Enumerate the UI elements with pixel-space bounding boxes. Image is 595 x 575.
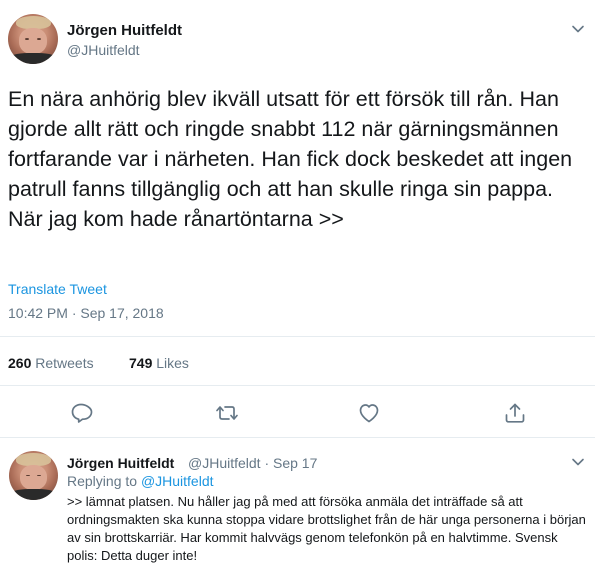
retweet-icon[interactable] [215,401,239,425]
divider [0,437,595,438]
main-tweet: Jörgen Huitfeldt @JHuitfeldt En nära anh… [0,0,595,435]
avatar[interactable] [8,14,58,64]
tweet-text: En nära anhörig blev ikväll utsatt för e… [8,87,573,231]
heart-icon[interactable] [357,401,381,425]
avatar[interactable] [9,451,58,500]
divider [0,336,595,337]
chevron-down-icon[interactable] [571,455,585,469]
reply-icon[interactable] [69,401,93,425]
reply-author-name[interactable]: Jörgen Huitfeldt [67,455,174,471]
likes-count: 749 [129,355,153,371]
chevron-down-icon[interactable] [571,22,585,36]
reply-text: >> lämnat platsen. Nu håller jag på med … [67,494,586,563]
author-handle[interactable]: @JHuitfeldt [67,42,140,58]
likes-label: Likes [156,355,189,371]
retweets-count: 260 [8,355,32,371]
tweet-timestamp[interactable]: 10:42 PM · Sep 17, 2018 [8,305,164,321]
reply-author-handle[interactable]: @JHuitfeldt · Sep 17 [188,455,317,471]
replying-to: Replying to @JHuitfeldt [67,473,214,489]
retweets-stat[interactable]: 260 Retweets [8,355,94,371]
translate-tweet-link[interactable]: Translate Tweet [8,281,107,297]
divider [0,385,595,386]
replying-to-link[interactable]: @JHuitfeldt [141,473,214,489]
replying-to-prefix: Replying to [67,473,138,489]
retweets-label: Retweets [35,355,94,371]
share-icon[interactable] [503,401,527,425]
author-name[interactable]: Jörgen Huitfeldt [67,22,182,39]
likes-stat[interactable]: 749 Likes [129,355,189,371]
